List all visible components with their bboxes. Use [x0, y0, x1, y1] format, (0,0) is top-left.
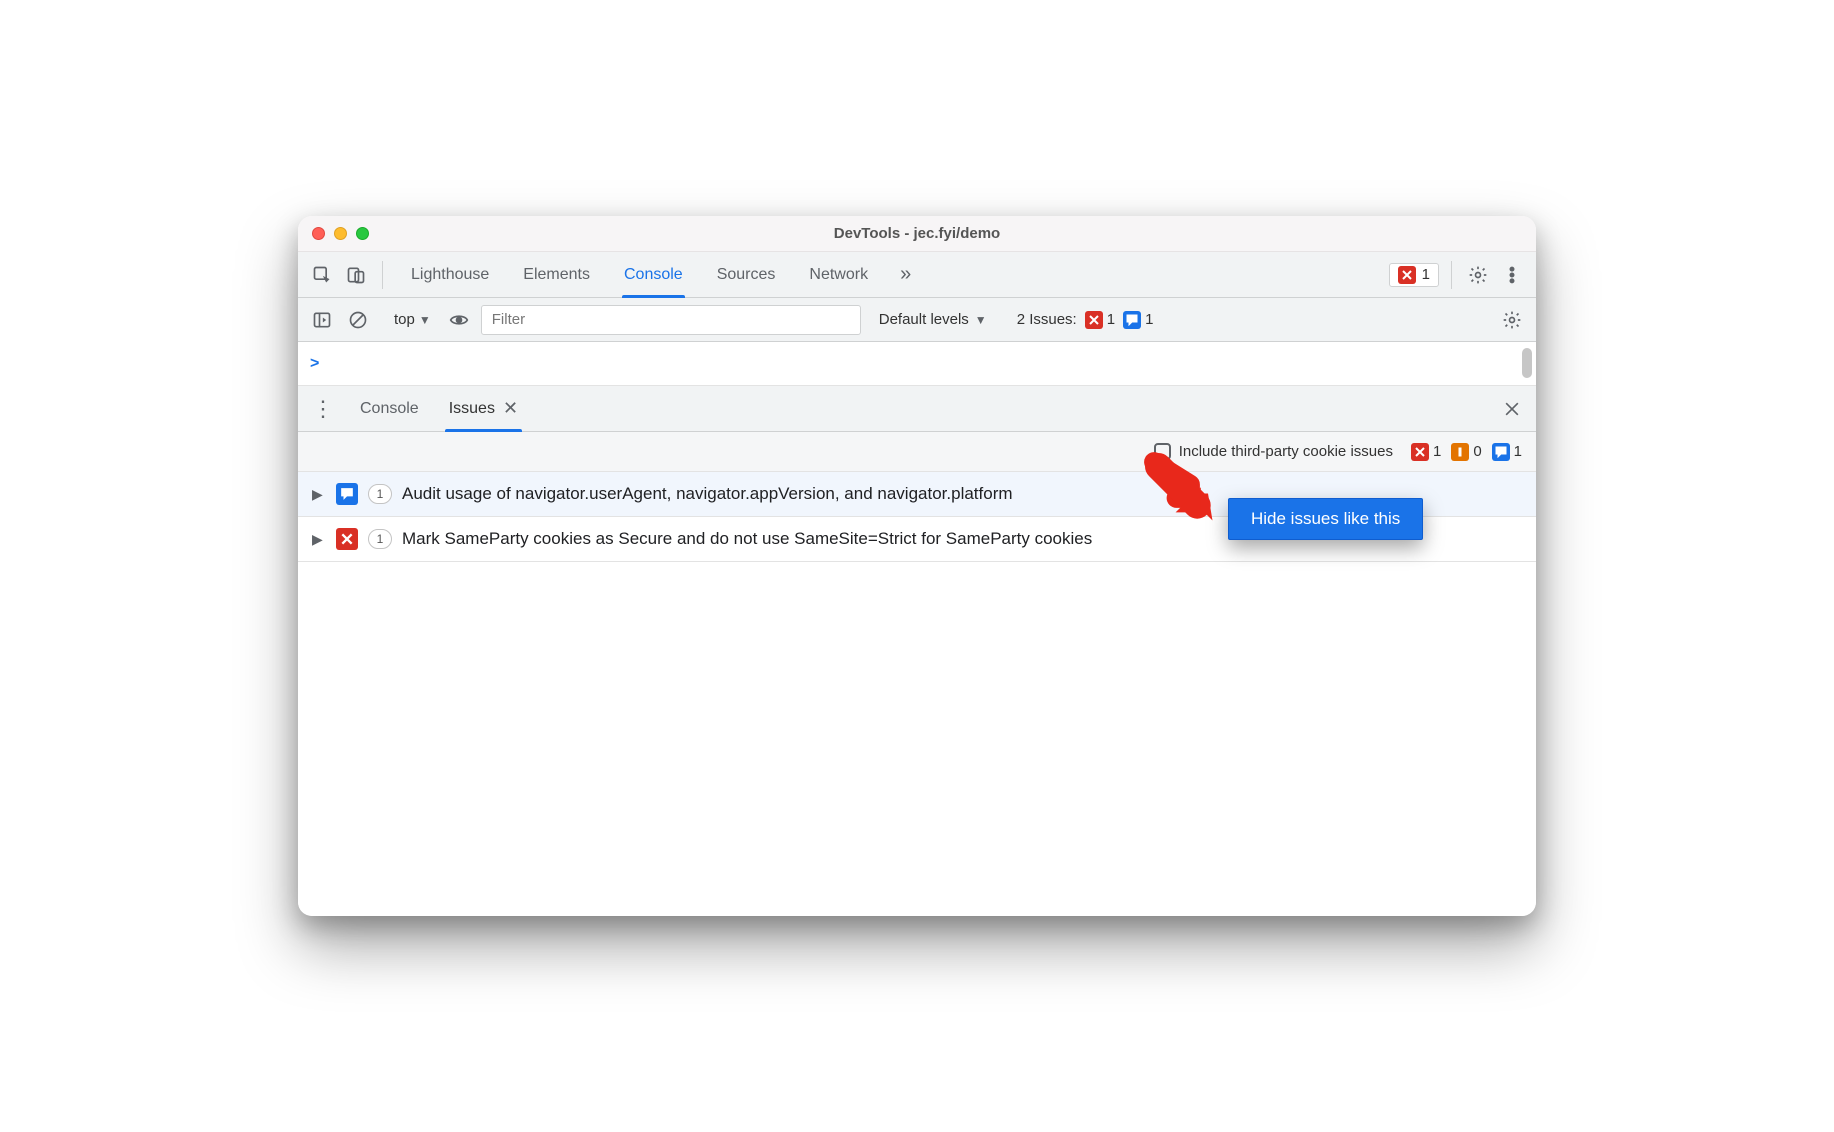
inspect-element-icon[interactable]	[308, 261, 336, 289]
expand-caret-icon[interactable]: ▶	[312, 527, 326, 548]
info-speech-icon	[1123, 311, 1141, 329]
info-speech-icon	[336, 483, 358, 505]
execution-context-selector[interactable]: top ▼	[388, 309, 437, 330]
issue-count-badge: 1	[368, 529, 392, 549]
devtools-window: DevTools - jec.fyi/demo Lighthouse Eleme…	[298, 216, 1536, 916]
close-tab-icon[interactable]: ✕	[503, 398, 518, 419]
issues-options-bar: Include third-party cookie issues 1 0 1	[298, 432, 1536, 472]
console-errors-badge[interactable]: 1	[1389, 263, 1439, 287]
traffic-lights	[312, 227, 369, 240]
settings-gear-icon[interactable]	[1464, 261, 1492, 289]
live-expression-eye-icon[interactable]	[445, 306, 473, 334]
error-x-icon	[1411, 443, 1429, 461]
chevron-down-icon: ▼	[975, 313, 987, 327]
issues-summary[interactable]: 2 Issues: 1 1	[1017, 311, 1154, 329]
tab-elements[interactable]: Elements	[513, 252, 600, 297]
window-titlebar: DevTools - jec.fyi/demo	[298, 216, 1536, 252]
toolbar-divider	[382, 261, 383, 289]
drawer-kebab-menu-icon[interactable]: ⋮	[308, 396, 338, 422]
log-levels-selector[interactable]: Default levels ▼	[879, 311, 987, 328]
clear-console-icon[interactable]	[344, 306, 372, 334]
warning-icon	[1451, 443, 1469, 461]
minimize-window-button[interactable]	[334, 227, 347, 240]
console-prompt-area[interactable]: >	[298, 342, 1536, 386]
tab-network[interactable]: Network	[799, 252, 878, 297]
error-x-icon	[1398, 266, 1416, 284]
console-settings-gear-icon[interactable]	[1498, 306, 1526, 334]
close-drawer-icon[interactable]	[1498, 395, 1526, 423]
context-menu-hide-issues[interactable]: Hide issues like this	[1228, 498, 1423, 540]
error-x-icon	[336, 528, 358, 550]
drawer-tab-issues[interactable]: Issues ✕	[441, 386, 526, 431]
scrollbar-thumb[interactable]	[1522, 348, 1532, 378]
issue-count-badge: 1	[368, 484, 392, 504]
tab-lighthouse[interactable]: Lighthouse	[401, 252, 499, 297]
kebab-menu-icon[interactable]	[1498, 261, 1526, 289]
window-title: DevTools - jec.fyi/demo	[298, 225, 1536, 242]
drawer-tabstrip: ⋮ Console Issues ✕	[298, 386, 1536, 432]
toolbar-divider	[1451, 261, 1452, 289]
toggle-sidebar-icon[interactable]	[308, 306, 336, 334]
console-filter-input[interactable]	[481, 305, 861, 335]
zoom-window-button[interactable]	[356, 227, 369, 240]
error-count: 1	[1422, 266, 1430, 283]
drawer-tab-console[interactable]: Console	[352, 386, 427, 431]
tab-console[interactable]: Console	[614, 252, 693, 297]
main-tabstrip: Lighthouse Elements Console Sources Netw…	[298, 252, 1536, 298]
chevron-down-icon: ▼	[419, 313, 431, 327]
device-toolbar-icon[interactable]	[342, 261, 370, 289]
expand-caret-icon[interactable]: ▶	[312, 482, 326, 503]
info-speech-icon	[1492, 443, 1510, 461]
error-x-icon	[1085, 311, 1103, 329]
issues-list: ▶ 1 Audit usage of navigator.userAgent, …	[298, 472, 1536, 916]
main-tabs: Lighthouse Elements Console Sources Netw…	[401, 252, 919, 297]
console-prompt-chevron: >	[310, 355, 319, 373]
more-tabs-overflow[interactable]: »	[892, 263, 919, 286]
include-third-party-cookies-checkbox[interactable]: Include third-party cookie issues	[1154, 443, 1393, 460]
third-party-checkbox-input[interactable]	[1154, 443, 1171, 460]
close-window-button[interactable]	[312, 227, 325, 240]
console-filter-toolbar: top ▼ Default levels ▼ 2 Issues: 1 1	[298, 298, 1536, 342]
tab-sources[interactable]: Sources	[707, 252, 786, 297]
